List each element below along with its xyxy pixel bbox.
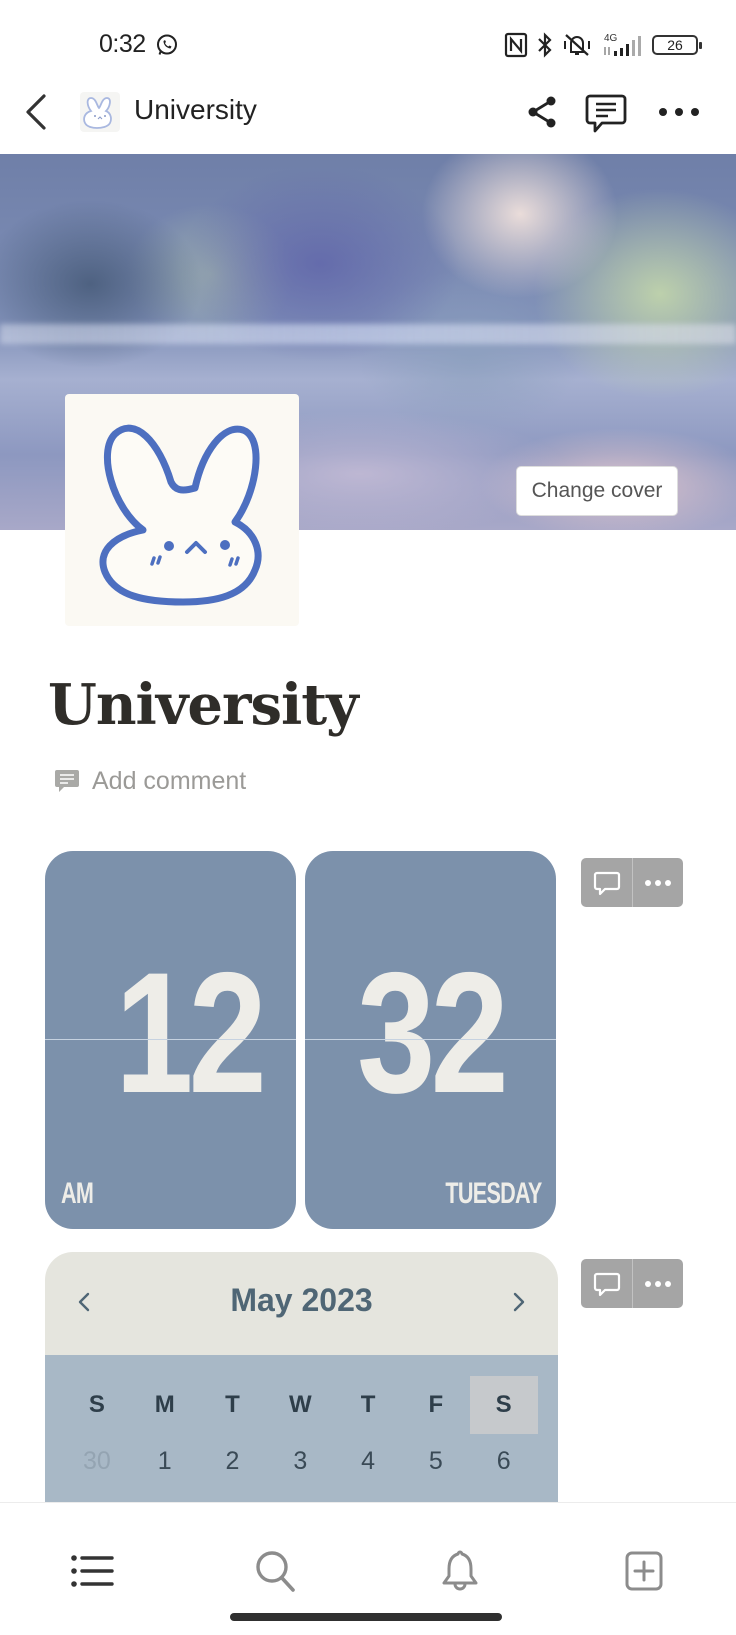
calendar-week-row: 30 1 2 3 4 5 6 [63, 1439, 538, 1483]
nfc-icon [504, 32, 528, 58]
clock-hours: 12 [114, 937, 267, 1129]
whatsapp-icon [155, 33, 179, 57]
back-button[interactable] [18, 90, 58, 134]
calendar-day[interactable]: 2 [199, 1439, 267, 1483]
block-more-button[interactable] [632, 1259, 683, 1308]
clock-weekday: TUESDAY [445, 1177, 543, 1210]
add-comment-button[interactable]: Add comment [54, 764, 246, 798]
calendar-day[interactable]: 3 [266, 1439, 334, 1483]
clock-hours-card: 12 AM [45, 851, 296, 1229]
bluetooth-icon [536, 32, 554, 58]
status-bar: 0:32 4G 26 [0, 0, 736, 90]
calendar-day[interactable]: 1 [131, 1439, 199, 1483]
comments-icon[interactable] [584, 92, 628, 134]
page-title[interactable]: University [48, 672, 359, 738]
system-status-icons: 4G 26 [504, 30, 702, 60]
calendar-grid: S M T W T F S 30 1 2 3 4 5 6 [45, 1355, 558, 1502]
bunny-icon [99, 424, 262, 606]
weekday-header: F [428, 1391, 444, 1418]
bell-icon[interactable] [436, 1547, 484, 1595]
clock-minutes: 32 [356, 937, 509, 1129]
search-icon[interactable] [252, 1547, 300, 1595]
vibrate-off-icon [562, 32, 592, 58]
share-icon[interactable] [524, 94, 560, 130]
calendar-day[interactable]: 4 [334, 1439, 402, 1483]
clock-block-actions [581, 858, 683, 907]
calendar-day[interactable]: 6 [470, 1439, 538, 1483]
chevron-right-icon [513, 1292, 525, 1312]
weekday-header: S [88, 1391, 105, 1418]
more-icon [645, 1280, 671, 1287]
block-more-button[interactable] [632, 858, 683, 907]
comment-icon [55, 770, 79, 792]
weekday-header: M [154, 1391, 175, 1418]
calendar-weekday-row: S M T W T F S [63, 1376, 538, 1434]
weekday-header: T [360, 1391, 376, 1418]
top-app-bar: University [0, 80, 736, 150]
list-icon[interactable] [68, 1547, 116, 1595]
cover-water-reflection [0, 324, 736, 344]
block-comment-button[interactable] [581, 858, 632, 907]
calendar-day[interactable]: 5 [402, 1439, 470, 1483]
signal-4g-icon: 4G [600, 31, 644, 59]
calendar-header: May 2023 [45, 1252, 558, 1355]
block-comment-button[interactable] [581, 1259, 632, 1308]
change-cover-button[interactable]: Change cover [516, 466, 678, 516]
more-icon[interactable] [656, 100, 702, 124]
page-icon[interactable] [65, 394, 299, 626]
clock-split-line [305, 1039, 556, 1040]
more-icon [645, 879, 671, 886]
calendar-widget: May 2023 S M T W T F S 30 1 2 3 4 5 6 [45, 1252, 558, 1502]
svg-text:4G: 4G [604, 33, 618, 44]
weekday-header: T [225, 1391, 240, 1418]
clock-split-line [45, 1039, 296, 1040]
comment-icon [593, 1272, 620, 1296]
calendar-block-actions [581, 1259, 683, 1308]
clock-widget: 12 AM 32 TUESDAY [45, 851, 557, 1229]
calendar-day[interactable]: 30 [63, 1439, 131, 1483]
clock-meridiem: AM [61, 1177, 94, 1210]
battery-indicator: 26 [652, 35, 702, 55]
clock-minutes-card: 32 TUESDAY [305, 851, 556, 1229]
add-comment-label: Add comment [92, 766, 247, 795]
calendar-month-label: May 2023 [230, 1282, 373, 1318]
new-page-icon[interactable] [620, 1547, 668, 1595]
status-time: 0:32 [99, 30, 146, 58]
comment-icon [593, 871, 620, 895]
calendar-next-month-button[interactable] [502, 1282, 536, 1322]
weekday-header: S [469, 1376, 538, 1434]
topbar-title: University [134, 94, 257, 125]
home-indicator[interactable] [230, 1613, 502, 1621]
weekday-header: W [288, 1391, 312, 1418]
bunny-icon[interactable] [80, 92, 120, 132]
